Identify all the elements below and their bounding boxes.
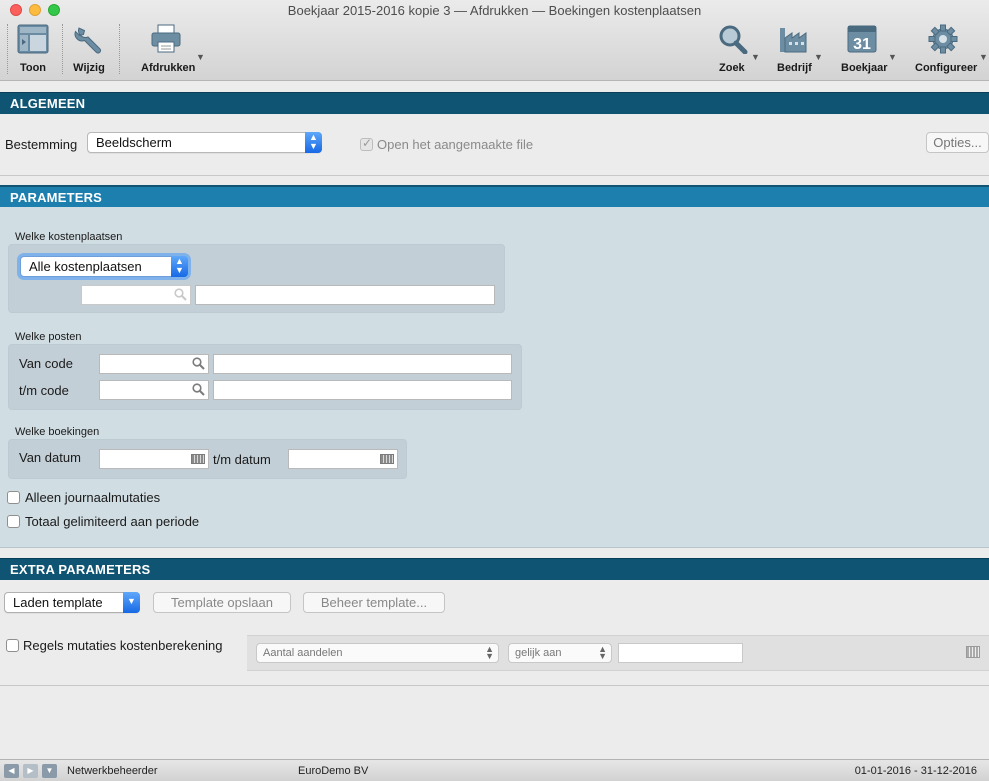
alleen-journaal-label: Alleen journaalmutaties xyxy=(25,490,161,505)
open-file-label: Open het aangemaakte file xyxy=(377,137,534,152)
posten-group: Van code t/m code xyxy=(8,344,522,410)
zoek-button[interactable]: Zoek ▼ xyxy=(713,22,761,78)
tm-code-description-field[interactable] xyxy=(213,380,512,400)
laden-template-select[interactable]: Laden template ▼ xyxy=(4,592,140,613)
select-stepper-icon: ▲ ▼ xyxy=(598,644,607,661)
chevron-down-icon: ▼ xyxy=(196,52,205,62)
kostenplaatsen-group: Alle kostenplaatsen ▲ ▼ xyxy=(8,244,505,313)
posten-label: Welke posten xyxy=(15,331,82,343)
factory-icon xyxy=(780,28,807,53)
opties-button[interactable]: Opties... xyxy=(926,132,989,153)
kostenplaatsen-select[interactable]: Alle kostenplaatsen ▲ ▼ xyxy=(20,256,188,277)
regels-label: Regels mutaties kostenberekening xyxy=(23,638,223,653)
zoek-label: Zoek xyxy=(719,62,745,74)
boekjaar-button[interactable]: 31 Boekjaar ▼ xyxy=(838,22,898,78)
boekingen-label: Welke boekingen xyxy=(15,426,100,438)
toon-label: Toon xyxy=(19,62,47,74)
printer-icon xyxy=(151,24,181,53)
open-file-checkbox[interactable]: ✓ xyxy=(360,136,373,151)
status-user: Netwerkbeheerder xyxy=(67,765,158,777)
toolbar-separator xyxy=(7,24,8,74)
chevron-down-icon: ▼ xyxy=(123,592,140,613)
select-stepper-icon: ▲ ▼ xyxy=(305,132,322,153)
chevron-down-icon: ▼ xyxy=(979,52,988,62)
table-icon[interactable] xyxy=(966,646,980,658)
bestemming-label: Bestemming xyxy=(5,137,78,152)
wijzig-button[interactable]: Wijzig xyxy=(66,22,112,78)
filter-field-select[interactable]: Aantal aandelen ▲ ▼ xyxy=(256,643,499,663)
section-header-algemeen: ALGEMEEN xyxy=(0,92,989,114)
van-datum-label: Van datum xyxy=(19,450,81,465)
chevron-down-icon: ▼ xyxy=(751,52,760,62)
kostenplaatsen-label: Welke kostenplaatsen xyxy=(15,231,123,243)
kostenberekening-rules-area: Aantal aandelen ▲ ▼ gelijk aan ▲ ▼ xyxy=(247,635,989,671)
toolbar-separator xyxy=(119,24,120,74)
tm-code-field[interactable] xyxy=(99,380,209,400)
totaal-checkbox[interactable] xyxy=(7,515,20,528)
checkmark-icon: ✓ xyxy=(362,136,373,150)
chevron-down-icon[interactable]: ▼ xyxy=(42,764,57,778)
van-datum-field[interactable] xyxy=(99,449,209,469)
laden-template-value: Laden template xyxy=(13,595,103,610)
gear-icon xyxy=(928,24,958,54)
totaal-label: Totaal gelimiteerd aan periode xyxy=(25,514,200,529)
search-icon xyxy=(192,383,205,396)
section-header-parameters: PARAMETERS xyxy=(0,185,989,207)
van-code-field[interactable] xyxy=(99,354,209,374)
select-stepper-icon: ▲ ▼ xyxy=(485,644,494,661)
layout-icon xyxy=(17,24,49,54)
van-code-label: Van code xyxy=(19,356,73,371)
toon-button[interactable]: Toon xyxy=(10,22,56,78)
search-icon xyxy=(192,357,205,370)
afdrukken-button[interactable]: Afdrukken ▼ xyxy=(132,22,205,78)
calendar-icon[interactable] xyxy=(380,454,394,464)
kostenplaatsen-value: Alle kostenplaatsen xyxy=(29,259,142,274)
bestemming-select[interactable]: Beeldscherm ▲ ▼ xyxy=(87,132,322,153)
boekjaar-label: Boekjaar xyxy=(841,62,888,74)
van-code-description-field[interactable] xyxy=(213,354,512,374)
status-period: 01-01-2016 - 31-12-2016 xyxy=(854,765,977,777)
filter-operator-value: gelijk aan xyxy=(515,647,562,659)
tm-datum-field[interactable] xyxy=(288,449,398,469)
toolbar-separator xyxy=(62,24,63,74)
alleen-journaal-checkbox[interactable] xyxy=(7,491,20,504)
calendar-day: 31 xyxy=(853,36,871,53)
window-title: Boekjaar 2015-2016 kopie 3 — Afdrukken —… xyxy=(287,3,702,18)
tm-code-label: t/m code xyxy=(19,383,69,398)
tm-datum-label: t/m datum xyxy=(213,452,271,467)
filter-value-field[interactable] xyxy=(618,643,743,663)
window-toolbar: Boekjaar 2015-2016 kopie 3 — Afdrukken —… xyxy=(0,0,989,81)
calendar-icon: 31 xyxy=(847,25,877,53)
kostenplaats-code-field[interactable] xyxy=(81,285,191,305)
configureer-label: Configureer xyxy=(915,62,978,74)
status-company: EuroDemo BV xyxy=(298,765,369,777)
previous-icon[interactable]: ◀ xyxy=(4,764,19,778)
extra-panel: Laden template ▼ Template opslaan Beheer… xyxy=(0,580,989,686)
select-stepper-icon: ▲ ▼ xyxy=(171,256,188,277)
boekingen-group: Van datum t/m datum xyxy=(8,439,407,479)
beheer-template-button[interactable]: Beheer template... xyxy=(303,592,445,613)
bedrijf-button[interactable]: Bedrijf ▼ xyxy=(774,22,824,78)
bestemming-value: Beeldscherm xyxy=(96,135,172,150)
next-icon[interactable]: ▶ xyxy=(23,764,38,778)
wijzig-label: Wijzig xyxy=(73,62,105,74)
regels-checkbox[interactable] xyxy=(6,639,19,652)
parameters-panel: Welke kostenplaatsen Alle kostenplaatsen… xyxy=(0,207,989,548)
algemeen-panel: Bestemming Beeldscherm ▲ ▼ ✓ Open het aan… xyxy=(0,114,989,176)
search-icon xyxy=(174,288,187,301)
wrench-icon xyxy=(74,27,101,54)
filter-field-value: Aantal aandelen xyxy=(263,647,343,659)
calendar-icon[interactable] xyxy=(191,454,205,464)
afdrukken-label: Afdrukken xyxy=(141,62,196,74)
section-header-extra: EXTRA PARAMETERS xyxy=(0,558,989,580)
filter-operator-select[interactable]: gelijk aan ▲ ▼ xyxy=(508,643,612,663)
configureer-button[interactable]: Configureer ▼ xyxy=(912,22,989,78)
kostenplaats-description-field[interactable] xyxy=(195,285,495,305)
chevron-down-icon: ▼ xyxy=(888,52,897,62)
search-icon xyxy=(719,25,748,54)
chevron-down-icon: ▼ xyxy=(814,52,823,62)
status-bar: ◀ ▶ ▼ Netwerkbeheerder EuroDemo BV 01-01… xyxy=(0,759,989,781)
bedrijf-label: Bedrijf xyxy=(777,62,812,74)
template-opslaan-button[interactable]: Template opslaan xyxy=(153,592,291,613)
